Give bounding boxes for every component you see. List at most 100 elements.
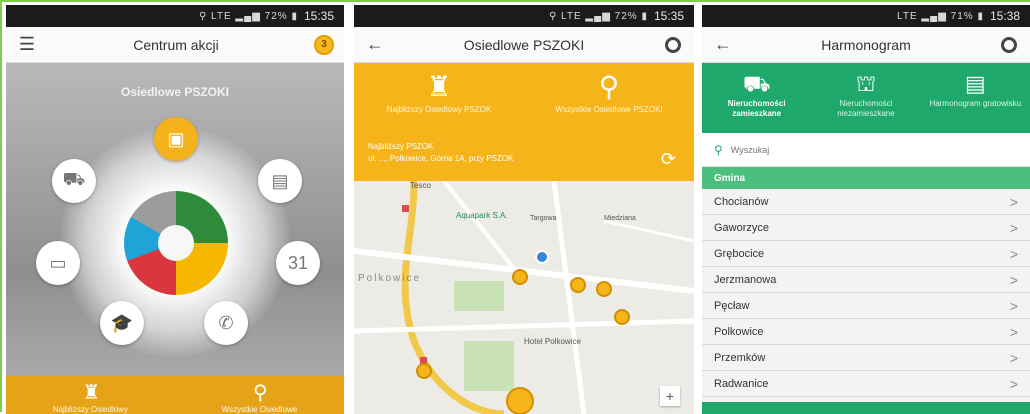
gmina-name: Chocianów — [714, 195, 769, 208]
gmina-list: Chocianów > Gaworzyce > Grębocice > Jerzman… — [702, 189, 1030, 397]
map-label-hotel: Hotel Polkowice — [524, 337, 581, 346]
status-bar: ⚲ LTE ▂▄▆ 72% ▮ 15:35 — [6, 5, 344, 27]
back-arrow-icon[interactable]: ← — [364, 34, 386, 56]
status-icons: ⚲ LTE ▂▄▆ 72% ▮ — [198, 10, 298, 22]
bottom-tab-labels: Najbliższy Osiedlowy Wszystkie Osiedlowe — [6, 405, 344, 414]
tab-non-residential[interactable]: ⛫ Nieruchomości niezamieszkane — [816, 69, 916, 133]
gmina-name: Przemków — [714, 351, 766, 364]
tab-nearest-label[interactable]: Najbliższy Osiedlowy — [53, 405, 128, 414]
pszok-marker[interactable] — [596, 281, 612, 297]
settings-ring-icon[interactable] — [662, 34, 684, 56]
nearest-label: Najbliższy PSZOK — [368, 142, 434, 151]
map-label-tesco: Tesco — [410, 181, 431, 190]
notification-badge[interactable]: 3 — [314, 34, 334, 55]
tab-label: Nieruchomości zamieszkane — [727, 99, 786, 118]
list-item[interactable]: Jerzmanowa > — [702, 267, 1030, 293]
zoom-in-button[interactable]: + — [660, 386, 680, 406]
education-orbit-button[interactable]: 🎓 — [100, 301, 144, 345]
chevron-right-icon: > — [1009, 375, 1018, 392]
tab-all-pszok[interactable]: ⚲ Wszystkie Osiedlowe PSZOKI — [539, 69, 679, 115]
list-item[interactable]: Radwanice > — [702, 371, 1030, 397]
gmina-name: Gaworzyce — [714, 221, 770, 234]
list-item[interactable]: Grębocice > — [702, 241, 1030, 267]
status-icons: LTE ▂▄▆ 71% ▮ — [897, 10, 984, 22]
nearest-pszok-info: Najbliższy PSZOK ul. ..., Polkowice, Gór… — [368, 141, 513, 165]
screenshot-frame: ⚲ LTE ▂▄▆ 72% ▮ 15:35 ☰ Centrum akcji 3 … — [0, 0, 1030, 414]
map-poi — [420, 357, 427, 364]
gmina-name: Polkowice — [714, 325, 764, 338]
gmina-name: Jerzmanowa — [714, 273, 777, 286]
app-logo — [124, 191, 228, 295]
chevron-right-icon: > — [1009, 297, 1018, 314]
pszok-orbit-button[interactable]: ▣ — [154, 117, 198, 161]
phone-harmonogram: LTE ▂▄▆ 71% ▮ 15:38 ← Harmonogram ⛟ Nier… — [702, 5, 1030, 414]
map-label-targowa: Targowa — [530, 215, 557, 222]
nearest-pszok-icon[interactable]: ♜ — [82, 380, 100, 405]
document-orbit-button[interactable]: ▤ — [258, 159, 302, 203]
map-poi — [402, 205, 409, 212]
chevron-right-icon: > — [1009, 219, 1018, 236]
pszok-building-icon: ♜ — [426, 71, 452, 102]
phone-orbit-button[interactable]: ✆ — [204, 301, 248, 345]
pszok-header: ♜ Najbliższy Osiedlowy PSZOK ⚲ Wszystkie… — [354, 63, 694, 181]
settings-ring-icon[interactable] — [998, 34, 1020, 56]
pszok-marker[interactable] — [570, 277, 586, 293]
page-title: Harmonogram — [821, 36, 911, 53]
map-view[interactable]: Tesco Aquapark S.A. Polkowice Hotel Polk… — [354, 181, 694, 414]
chat-orbit-button[interactable]: ▭ — [36, 241, 80, 285]
tab-nearest-pszok[interactable]: ♜ Najbliższy Osiedlowy PSZOK — [369, 69, 509, 115]
chevron-right-icon: > — [1009, 271, 1018, 288]
phone-osiedlowe-pszoki: ⚲ LTE ▂▄▆ 72% ▮ 15:35 ← Osiedlowe PSZOKI… — [354, 5, 694, 414]
map-label-miedziana: Miedziana — [604, 215, 636, 222]
document-icon: ▤ — [964, 71, 986, 96]
calendar-orbit-button[interactable]: 31 — [276, 241, 320, 285]
list-item[interactable]: Chocianów > — [702, 189, 1030, 215]
back-arrow-icon[interactable]: ← — [712, 34, 734, 56]
footer-bar — [702, 402, 1030, 414]
truck-house-icon: ⛟ — [742, 71, 771, 96]
app-bar: ☰ Centrum akcji 3 — [6, 27, 344, 63]
app-bar: ← Harmonogram — [702, 27, 1030, 63]
section-title: Osiedlowe PSZOKI — [120, 85, 230, 99]
chevron-right-icon: > — [1009, 349, 1018, 366]
chevron-right-icon: > — [1009, 323, 1018, 340]
tab-label: Harmonogram gratowisku — [929, 99, 1022, 108]
selected-pszok-marker[interactable] — [506, 387, 534, 414]
page-title: Centrum akcji — [133, 36, 219, 53]
hamburger-menu-icon[interactable]: ☰ — [16, 34, 38, 56]
tab-label: Najbliższy Osiedlowy PSZOK — [386, 105, 492, 114]
status-icons: ⚲ LTE ▂▄▆ 72% ▮ — [548, 10, 648, 22]
pszok-marker[interactable] — [416, 363, 432, 379]
user-location-marker — [535, 250, 549, 264]
tab-all-label[interactable]: Wszystkie Osiedlowe — [222, 405, 298, 414]
search-bar: ⚲ — [702, 133, 1030, 167]
list-item[interactable]: Polkowice > — [702, 319, 1030, 345]
pszok-marker[interactable] — [614, 309, 630, 325]
all-pszok-icon[interactable]: ⚲ — [253, 380, 268, 405]
nearest-address: ul. ..., Polkowice, Górna 1A, przy PSZOK — [368, 154, 514, 163]
tab-bulky-schedule[interactable]: ▤ Harmonogram gratowisku — [925, 69, 1025, 133]
list-item[interactable]: Przemków > — [702, 345, 1030, 371]
map-canvas — [354, 181, 694, 414]
search-input[interactable] — [730, 144, 931, 155]
map-label-aquapark: Aquapark S.A. — [456, 211, 508, 220]
status-time: 15:35 — [653, 9, 684, 23]
chevron-right-icon: > — [1009, 193, 1018, 210]
truck-orbit-button[interactable]: ⛟ — [52, 159, 96, 203]
tab-label: Nieruchomości niezamieszkane — [837, 99, 895, 118]
list-header: Gmina — [702, 167, 1030, 189]
truck-building-icon: ⛫ — [855, 71, 877, 96]
list-item[interactable]: Gaworzyce > — [702, 215, 1030, 241]
pszok-marker[interactable] — [512, 269, 528, 285]
phone-centrum-akcji: ⚲ LTE ▂▄▆ 72% ▮ 15:35 ☰ Centrum akcji 3 … — [6, 5, 344, 414]
list-item[interactable]: Pęcław > — [702, 293, 1030, 319]
status-bar: ⚲ LTE ▂▄▆ 72% ▮ 15:35 — [354, 5, 694, 27]
map-search-icon: ⚲ — [598, 71, 620, 102]
tab-residential[interactable]: ⛟ Nieruchomości zamieszkane — [707, 69, 807, 133]
action-center-body: Osiedlowe PSZOKI ▣ ⛟ ▤ ▭ 31 🎓 ✆ ♜ ⚲ Najb… — [6, 63, 344, 414]
chevron-right-icon: > — [1009, 245, 1018, 262]
gmina-name: Pęcław — [714, 299, 750, 312]
status-time: 15:35 — [303, 9, 334, 23]
status-time: 15:38 — [989, 9, 1020, 23]
refresh-icon[interactable]: ⟳ — [661, 149, 676, 170]
